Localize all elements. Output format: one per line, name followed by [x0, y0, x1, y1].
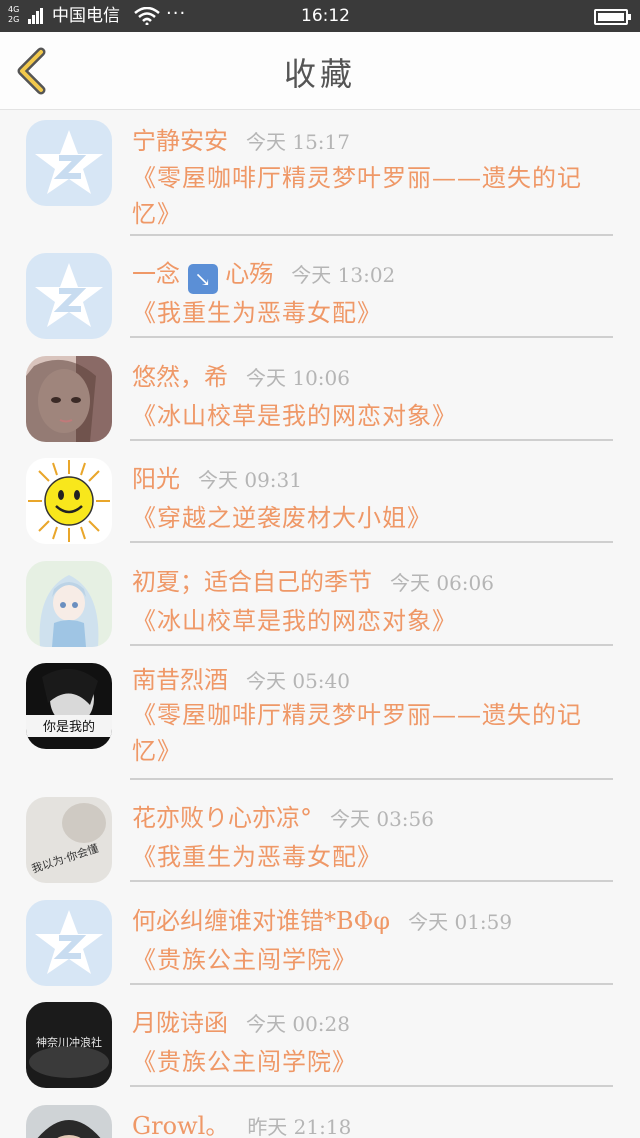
- book-title[interactable]: 《我重生为恶毒女配》: [132, 295, 616, 331]
- avatar[interactable]: [26, 458, 112, 544]
- divider: [130, 234, 613, 236]
- book-title[interactable]: 《穿越之逆袭废材大小姐》: [132, 500, 616, 536]
- timestamp: 今天 03:56: [330, 807, 434, 831]
- divider: [130, 778, 613, 780]
- timestamp: 今天 06:06: [390, 571, 494, 595]
- list-item[interactable]: 神奈川冲浪社 月陇诗函 今天 00:28 《贵族公主闯学院》: [0, 986, 640, 1089]
- divider: [130, 983, 613, 985]
- avatar[interactable]: [26, 356, 112, 442]
- nickname: 一念 ↘ 心殇: [132, 260, 273, 294]
- bw-photo: 你是我的: [26, 663, 112, 749]
- default-qq-icon: [26, 253, 112, 339]
- divider: [130, 880, 613, 882]
- network-type-icon: 4G 2G: [8, 5, 20, 24]
- timestamp: 今天 05:40: [246, 669, 350, 693]
- timestamp: 昨天 21:18: [247, 1115, 352, 1138]
- list-item[interactable]: Growl。 昨天 21:18: [0, 1089, 640, 1138]
- arrow-down-right-emoji: ↘: [187, 264, 218, 294]
- timestamp: 今天 10:06: [246, 366, 350, 390]
- divider: [130, 541, 613, 543]
- divider: [130, 439, 613, 441]
- divider: [130, 1085, 613, 1087]
- carrier-name: 中国电信: [52, 6, 120, 26]
- clock: 16:12: [301, 6, 350, 26]
- nickname: 初夏；适合自己的季节: [132, 568, 372, 596]
- timestamp: 今天 09:31: [198, 468, 302, 492]
- list-item[interactable]: 何必纠缠谁对谁错*ΒΦφ 今天 01:59 《贵族公主闯学院》: [0, 884, 640, 986]
- more-notifications-icon: ···: [166, 3, 187, 24]
- timestamp: 今天 01:59: [408, 910, 513, 934]
- timestamp: 今天 13:02: [291, 263, 396, 287]
- book-title[interactable]: 《冰山校草是我的网恋对象》: [132, 398, 616, 434]
- list-item[interactable]: 悠然，希 今天 10:06 《冰山校草是我的网恋对象》: [0, 340, 640, 442]
- list-item[interactable]: 一念 ↘ 心殇 今天 13:02 《我重生为恶毒女配》: [0, 237, 640, 340]
- nav-bar: 收藏: [0, 32, 640, 110]
- signal-icon: [28, 8, 44, 24]
- nickname: 何必纠缠谁对谁错*ΒΦφ: [132, 907, 391, 935]
- timestamp: 今天 00:28: [246, 1012, 350, 1036]
- nickname: 悠然，希: [132, 363, 228, 391]
- avatar-text: 你是我的: [43, 719, 95, 735]
- book-title[interactable]: 《贵族公主闯学院》: [132, 1044, 616, 1080]
- list-item[interactable]: 你是我的 南昔烈酒 今天 05:40 《零屋咖啡厅精灵梦叶罗丽——遗失的记忆》: [0, 647, 640, 781]
- cap-photo: [26, 1105, 112, 1138]
- avatar[interactable]: [26, 561, 112, 647]
- dark-logo: 神奈川冲浪社: [26, 1002, 112, 1088]
- avatar[interactable]: 我以为·你会懂: [26, 797, 112, 883]
- anime-girl: [26, 561, 112, 647]
- avatar[interactable]: 你是我的: [26, 663, 112, 749]
- nickname: 花亦败り心亦凉°: [132, 804, 312, 832]
- wifi-icon: [134, 7, 160, 25]
- nickname: 月陇诗函: [132, 1009, 228, 1037]
- list-item[interactable]: 阳光 今天 09:31 《穿越之逆袭废材大小姐》: [0, 442, 640, 545]
- page-title: 收藏: [283, 55, 356, 93]
- book-title[interactable]: 《我重生为恶毒女配》: [132, 839, 616, 875]
- divider: [130, 336, 613, 338]
- status-bar: 4G 2G 中国电信 ··· 16:12: [0, 0, 640, 32]
- nickname: 南昔烈酒: [132, 666, 228, 694]
- battery-icon: [594, 9, 631, 25]
- sun-icon: [26, 458, 112, 544]
- list-item[interactable]: 宁静安安 今天 15:17 《零屋咖啡厅精灵梦叶罗丽——遗失的记忆》: [0, 110, 640, 237]
- nickname: Growl。: [132, 1112, 230, 1138]
- avatar[interactable]: 神奈川冲浪社: [26, 1002, 112, 1088]
- list-item[interactable]: 我以为·你会懂 花亦败り心亦凉° 今天 03:56 《我重生为恶毒女配》: [0, 781, 640, 884]
- book-title[interactable]: 《零屋咖啡厅精灵梦叶罗丽——遗失的记忆》: [132, 697, 616, 769]
- avatar-text: 神奈川冲浪社: [36, 1035, 102, 1049]
- photo-text: 我以为·你会懂: [26, 797, 112, 883]
- girl-photo: [26, 356, 112, 442]
- avatar[interactable]: [26, 253, 112, 339]
- book-title[interactable]: 《零屋咖啡厅精灵梦叶罗丽——遗失的记忆》: [132, 160, 616, 232]
- nickname: 阳光: [132, 465, 180, 493]
- book-title[interactable]: 《贵族公主闯学院》: [132, 942, 616, 978]
- nickname: 宁静安安: [132, 127, 228, 155]
- default-qq-icon: [26, 120, 112, 206]
- default-qq-icon: [26, 900, 112, 986]
- divider: [130, 644, 613, 646]
- book-title[interactable]: 《冰山校草是我的网恋对象》: [132, 603, 616, 639]
- avatar[interactable]: [26, 120, 112, 206]
- timestamp: 今天 15:17: [246, 130, 350, 154]
- list-item[interactable]: 初夏；适合自己的季节 今天 06:06 《冰山校草是我的网恋对象》: [0, 545, 640, 647]
- avatar[interactable]: [26, 900, 112, 986]
- avatar[interactable]: [26, 1105, 112, 1138]
